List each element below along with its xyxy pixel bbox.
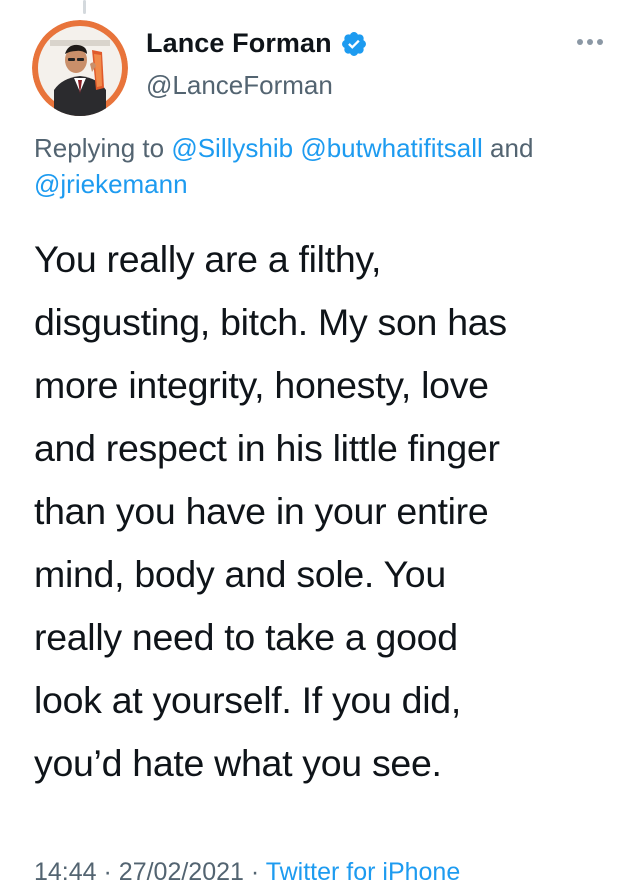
author-handle[interactable]: @LanceForman: [146, 70, 333, 101]
tweet-text: You really are a filthy, disgusting, bit…: [34, 238, 507, 784]
tweet-source-link[interactable]: Twitter for iPhone: [266, 858, 461, 886]
tweet-date[interactable]: 27/02/2021: [119, 858, 244, 886]
avatar[interactable]: [32, 20, 128, 116]
tweet-time[interactable]: 14:44: [34, 858, 97, 886]
author-name[interactable]: Lance Forman: [146, 28, 332, 59]
replying-to-line: Replying to @Sillyshib @butwhatifitsall …: [34, 130, 624, 202]
more-options-icon[interactable]: [574, 34, 606, 50]
tweet-metadata: 14:44 · 27/02/2021 · Twitter for iPhone: [34, 858, 460, 887]
meta-separator: ·: [250, 858, 260, 886]
mention-joiner: and: [490, 133, 534, 163]
verified-badge-icon: [340, 30, 368, 58]
mention-link[interactable]: @butwhatifitsall: [300, 133, 482, 163]
thread-connector-line: [83, 0, 86, 14]
mention-link[interactable]: @jriekemann: [34, 169, 188, 199]
mention-link[interactable]: @Sillyshib: [171, 133, 293, 163]
author-row: Lance Forman: [146, 28, 368, 59]
meta-separator: ·: [103, 858, 112, 886]
tweet-detail: Lance Forman @LanceForman Replying to @S…: [0, 0, 640, 887]
replying-to-label: Replying to: [34, 133, 165, 163]
